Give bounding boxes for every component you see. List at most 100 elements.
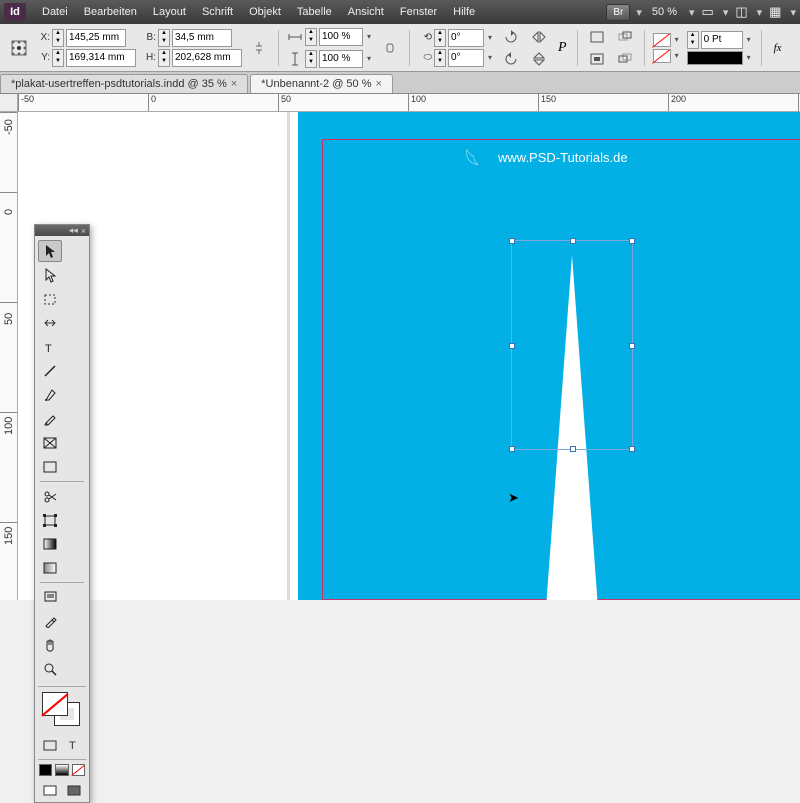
- apply-color-icon[interactable]: [39, 764, 52, 776]
- preview-view-icon[interactable]: [65, 781, 85, 799]
- selection-handle[interactable]: [509, 343, 515, 349]
- chevron-down-icon[interactable]: ▾: [723, 6, 729, 19]
- formatting-container-icon[interactable]: [40, 736, 60, 754]
- menu-schrift[interactable]: Schrift: [194, 2, 241, 22]
- select-container-icon[interactable]: [586, 27, 608, 47]
- fill-color[interactable]: [42, 692, 68, 716]
- stroke-swatch[interactable]: [653, 49, 671, 63]
- reference-point-icon[interactable]: [8, 38, 30, 58]
- apply-none-icon[interactable]: [72, 764, 85, 776]
- select-next-icon[interactable]: [614, 49, 636, 69]
- w-stepper[interactable]: ▲▼: [158, 29, 170, 47]
- effects-button[interactable]: fx: [770, 40, 786, 56]
- pencil-tool[interactable]: [38, 408, 62, 430]
- selection-handle[interactable]: [570, 238, 576, 244]
- close-icon[interactable]: ×: [376, 78, 382, 90]
- selection-tool[interactable]: [38, 240, 62, 262]
- menu-ansicht[interactable]: Ansicht: [340, 2, 392, 22]
- ruler-origin[interactable]: [0, 94, 18, 112]
- shear-input[interactable]: [448, 49, 484, 67]
- y-input[interactable]: [66, 49, 136, 67]
- chevron-down-icon[interactable]: ▾: [790, 6, 796, 19]
- flip-h-icon[interactable]: [528, 27, 550, 47]
- scale-y-stepper[interactable]: ▲▼: [305, 50, 317, 68]
- menu-objekt[interactable]: Objekt: [241, 2, 289, 22]
- gradient-swatch-tool[interactable]: [38, 533, 62, 555]
- panel-header[interactable]: ◂◂×: [35, 225, 89, 236]
- rotate-input[interactable]: [448, 29, 484, 47]
- chevron-down-icon[interactable]: ▾: [365, 54, 373, 63]
- stroke-style[interactable]: [687, 51, 743, 65]
- gradient-feather-tool[interactable]: [38, 557, 62, 579]
- selection-handle[interactable]: [629, 343, 635, 349]
- flip-v-icon[interactable]: [528, 49, 550, 69]
- rotate-cw-icon[interactable]: [500, 27, 522, 47]
- rotate-ccw-icon[interactable]: [500, 49, 522, 69]
- rectangle-tool[interactable]: [38, 456, 62, 478]
- selection-handle[interactable]: [509, 238, 515, 244]
- artboard[interactable]: 𓆩 www.PSD-Tutorials.de: [298, 112, 800, 600]
- apply-gradient-icon[interactable]: [55, 764, 68, 776]
- rotate-stepper[interactable]: ▲▼: [434, 29, 446, 47]
- menu-tabelle[interactable]: Tabelle: [289, 2, 340, 22]
- h-input[interactable]: [172, 49, 242, 67]
- line-tool[interactable]: [38, 360, 62, 382]
- select-prev-icon[interactable]: [614, 27, 636, 47]
- tools-panel[interactable]: ◂◂× T: [34, 224, 90, 803]
- note-tool[interactable]: [38, 586, 62, 608]
- page-tool[interactable]: [38, 288, 62, 310]
- menu-bearbeiten[interactable]: Bearbeiten: [76, 2, 145, 22]
- chevron-down-icon[interactable]: ▾: [365, 32, 373, 41]
- zoom-tool[interactable]: [38, 658, 62, 680]
- stroke-weight-input[interactable]: [701, 31, 743, 49]
- stroke-weight-stepper[interactable]: ▲▼: [687, 31, 699, 49]
- shear-stepper[interactable]: ▲▼: [434, 49, 446, 67]
- close-icon[interactable]: ×: [81, 226, 86, 236]
- w-input[interactable]: [172, 29, 232, 47]
- selection-handle[interactable]: [570, 446, 576, 452]
- bridge-button[interactable]: Br: [606, 4, 630, 21]
- scale-y-input[interactable]: [319, 50, 363, 68]
- pen-tool[interactable]: [38, 384, 62, 406]
- hand-tool[interactable]: [38, 634, 62, 656]
- chevron-down-icon[interactable]: ▾: [673, 51, 681, 60]
- tab-plakat[interactable]: *plakat-usertreffen-psdtutorials.indd @ …: [0, 74, 248, 93]
- fill-swatch[interactable]: [653, 33, 671, 47]
- chevron-down-icon[interactable]: ▾: [745, 53, 753, 62]
- free-transform-tool[interactable]: [38, 509, 62, 531]
- arrange-icon[interactable]: ◫: [729, 1, 753, 23]
- fill-stroke-control[interactable]: [40, 690, 84, 730]
- ruler-horizontal[interactable]: -50 0 50 100 150 200 250: [18, 94, 800, 112]
- direct-selection-tool[interactable]: [38, 264, 62, 286]
- scale-x-input[interactable]: [319, 28, 363, 46]
- menu-hilfe[interactable]: Hilfe: [445, 2, 483, 22]
- chevron-down-icon[interactable]: ▾: [636, 6, 642, 19]
- menu-layout[interactable]: Layout: [145, 2, 194, 22]
- gap-tool[interactable]: [38, 312, 62, 334]
- chevron-down-icon[interactable]: ▾: [689, 6, 695, 19]
- constrain-scale-icon[interactable]: [379, 38, 401, 58]
- canvas[interactable]: 𓆩 www.PSD-Tutorials.de ➤: [18, 112, 800, 600]
- menu-datei[interactable]: Datei: [34, 2, 76, 22]
- x-stepper[interactable]: ▲▼: [52, 29, 64, 47]
- zoom-level[interactable]: 50 %: [646, 4, 683, 20]
- chevron-down-icon[interactable]: ▾: [486, 53, 494, 62]
- normal-view-icon[interactable]: [40, 781, 60, 799]
- chevron-down-icon[interactable]: ▾: [757, 6, 763, 19]
- constrain-wh-icon[interactable]: [248, 38, 270, 58]
- scale-x-stepper[interactable]: ▲▼: [305, 28, 317, 46]
- menu-fenster[interactable]: Fenster: [392, 2, 445, 22]
- selection-handle[interactable]: [629, 446, 635, 452]
- selection-handle[interactable]: [629, 238, 635, 244]
- chevron-down-icon[interactable]: ▾: [486, 33, 494, 42]
- selection-handle[interactable]: [509, 446, 515, 452]
- selection-bounds[interactable]: [511, 240, 633, 450]
- x-input[interactable]: [66, 29, 126, 47]
- workspace-icon[interactable]: ▦: [763, 1, 787, 23]
- type-tool[interactable]: T: [38, 336, 62, 358]
- rectangle-frame-tool[interactable]: [38, 432, 62, 454]
- formatting-text-icon[interactable]: T: [65, 736, 85, 754]
- chevron-down-icon[interactable]: ▾: [673, 35, 681, 44]
- h-stepper[interactable]: ▲▼: [158, 49, 170, 67]
- chevron-down-icon[interactable]: ▾: [745, 35, 753, 44]
